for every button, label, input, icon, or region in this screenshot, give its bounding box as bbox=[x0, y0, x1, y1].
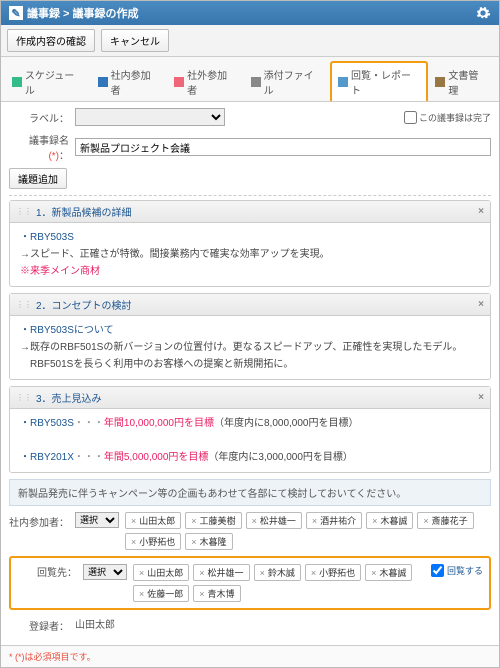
remove-icon[interactable]: × bbox=[139, 568, 144, 578]
remove-icon[interactable]: × bbox=[191, 537, 196, 547]
app-icon: ✎ bbox=[9, 6, 23, 20]
remove-icon[interactable]: × bbox=[191, 516, 196, 526]
tab-1[interactable]: 社内参加者 bbox=[91, 61, 167, 101]
remove-icon[interactable]: × bbox=[199, 568, 204, 578]
remove-icon[interactable]: × bbox=[199, 589, 204, 599]
note-box: 新製品発売に伴うキャンペーン等の企画もあわせて各部にて検討しておいてください。 bbox=[9, 479, 491, 506]
tab-icon bbox=[12, 77, 22, 87]
complete-checkbox-input[interactable] bbox=[404, 111, 417, 124]
topic-header[interactable]: ⋮⋮2．コンセプトの検討× bbox=[10, 294, 490, 316]
tab-icon bbox=[251, 77, 261, 87]
person-chip[interactable]: ×松井雄一 bbox=[246, 512, 302, 529]
person-chip[interactable]: ×小野拓也 bbox=[305, 564, 361, 581]
topic-body: ・RBY503Sについて→既存のRBF501Sの新バージョンの位置付け。更なるス… bbox=[10, 316, 490, 379]
person-chip[interactable]: ×佐藤一郎 bbox=[133, 585, 189, 602]
header-bar: ✎ 議事録 > 議事録の作成 bbox=[1, 1, 499, 25]
tab-icon bbox=[435, 77, 445, 87]
breadcrumb: 議事録 > 議事録の作成 bbox=[27, 5, 139, 21]
tab-icon bbox=[174, 77, 184, 87]
tab-icon bbox=[338, 77, 348, 87]
reply-section: 回覧先： 選択 ×山田太郎×松井雄一 ×鈴木誠×小野拓也×木暮誠 ×佐藤一郎×青木博… bbox=[9, 556, 491, 610]
person-chip[interactable]: ×木暮隆 bbox=[185, 533, 232, 550]
close-icon[interactable]: × bbox=[478, 392, 484, 403]
registrant-label: 登録者： bbox=[9, 616, 69, 633]
person-chip[interactable]: ×青木博 bbox=[193, 585, 240, 602]
remove-icon[interactable]: × bbox=[260, 568, 265, 578]
reply-chips: ×山田太郎×松井雄一 ×鈴木誠×小野拓也×木暮誠 ×佐藤一郎×青木博 bbox=[133, 564, 425, 602]
drag-icon[interactable]: ⋮⋮ bbox=[16, 207, 32, 216]
topic-0: ⋮⋮1．新製品候補の詳細×・RBY503S→スピード、正確さが特徴。間接業務内で… bbox=[9, 200, 491, 287]
remove-icon[interactable]: × bbox=[131, 516, 136, 526]
close-icon[interactable]: × bbox=[478, 206, 484, 217]
tab-3[interactable]: 添付ファイル bbox=[244, 61, 330, 101]
topic-body: ・RBY503S・・・年間10,000,000円を目標（年度内に8,000,00… bbox=[10, 409, 490, 472]
reply-checkbox[interactable]: 回覧する bbox=[431, 564, 483, 577]
topic-1: ⋮⋮2．コンセプトの検討×・RBY503Sについて→既存のRBF501Sの新バー… bbox=[9, 293, 491, 380]
topic-2: ⋮⋮3．売上見込み×・RBY503S・・・年間10,000,000円を目標（年度… bbox=[9, 386, 491, 473]
remove-icon[interactable]: × bbox=[371, 568, 376, 578]
internal-select[interactable]: 選択 bbox=[75, 512, 119, 528]
tab-5[interactable]: 文書管理 bbox=[428, 61, 495, 101]
complete-checkbox[interactable]: この議事録は完了 bbox=[404, 111, 491, 124]
label-select[interactable] bbox=[75, 108, 225, 126]
internal-chips: ×山田太郎×工藤美樹 ×松井雄一×酒井祐介×木暮誠×斎藤花子 ×小野拓也×木暮隆 bbox=[125, 512, 491, 550]
internal-label: 社内参加者： bbox=[9, 512, 69, 529]
person-chip[interactable]: ×木暮誠 bbox=[365, 564, 412, 581]
remove-icon[interactable]: × bbox=[139, 589, 144, 599]
topic-header[interactable]: ⋮⋮1．新製品候補の詳細× bbox=[10, 201, 490, 223]
gear-icon[interactable] bbox=[475, 5, 491, 21]
remove-icon[interactable]: × bbox=[423, 516, 428, 526]
add-topic-button[interactable]: 議題追加 bbox=[9, 168, 67, 189]
action-bar: 作成内容の確認 キャンセル bbox=[1, 25, 499, 57]
reply-label: 回覧先： bbox=[17, 564, 77, 579]
drag-icon[interactable]: ⋮⋮ bbox=[16, 393, 32, 402]
drag-icon[interactable]: ⋮⋮ bbox=[16, 300, 32, 309]
topic-list: ⋮⋮1．新製品候補の詳細×・RBY503S→スピード、正確さが特徴。間接業務内で… bbox=[9, 195, 491, 473]
person-chip[interactable]: ×斎藤花子 bbox=[417, 512, 473, 529]
remove-icon[interactable]: × bbox=[372, 516, 377, 526]
confirm-button[interactable]: 作成内容の確認 bbox=[7, 29, 95, 52]
person-chip[interactable]: ×山田太郎 bbox=[133, 564, 189, 581]
cancel-button[interactable]: キャンセル bbox=[101, 29, 169, 52]
person-chip[interactable]: ×木暮誠 bbox=[366, 512, 413, 529]
person-chip[interactable]: ×工藤美樹 bbox=[185, 512, 241, 529]
person-chip[interactable]: ×鈴木誠 bbox=[254, 564, 301, 581]
reply-checkbox-input[interactable] bbox=[431, 564, 444, 577]
tab-icon bbox=[98, 77, 108, 87]
tab-4[interactable]: 回覧・レポート bbox=[330, 61, 428, 101]
remove-icon[interactable]: × bbox=[252, 516, 257, 526]
tab-2[interactable]: 社外参加者 bbox=[167, 61, 243, 101]
reply-select[interactable]: 選択 bbox=[83, 564, 127, 580]
registrant-value: 山田太郎 bbox=[75, 616, 115, 631]
label-field-label: ラベル： bbox=[9, 110, 69, 125]
name-input[interactable] bbox=[75, 138, 491, 156]
tab-0[interactable]: スケジュール bbox=[5, 61, 91, 101]
topic-body: ・RBY503S→スピード、正確さが特徴。間接業務内で確実な効率アップを実現。※… bbox=[10, 223, 490, 286]
person-chip[interactable]: ×松井雄一 bbox=[193, 564, 249, 581]
remove-icon[interactable]: × bbox=[312, 516, 317, 526]
remove-icon[interactable]: × bbox=[311, 568, 316, 578]
footnote: * (*)は必須項目です。 bbox=[1, 645, 499, 667]
topic-header[interactable]: ⋮⋮3．売上見込み× bbox=[10, 387, 490, 409]
person-chip[interactable]: ×山田太郎 bbox=[125, 512, 181, 529]
close-icon[interactable]: × bbox=[478, 299, 484, 310]
person-chip[interactable]: ×酒井祐介 bbox=[306, 512, 362, 529]
tab-bar: スケジュール社内参加者社外参加者添付ファイル回覧・レポート文書管理 bbox=[1, 57, 499, 102]
remove-icon[interactable]: × bbox=[131, 537, 136, 547]
person-chip[interactable]: ×小野拓也 bbox=[125, 533, 181, 550]
name-field-label: 議事録名 (*)： bbox=[9, 132, 69, 162]
